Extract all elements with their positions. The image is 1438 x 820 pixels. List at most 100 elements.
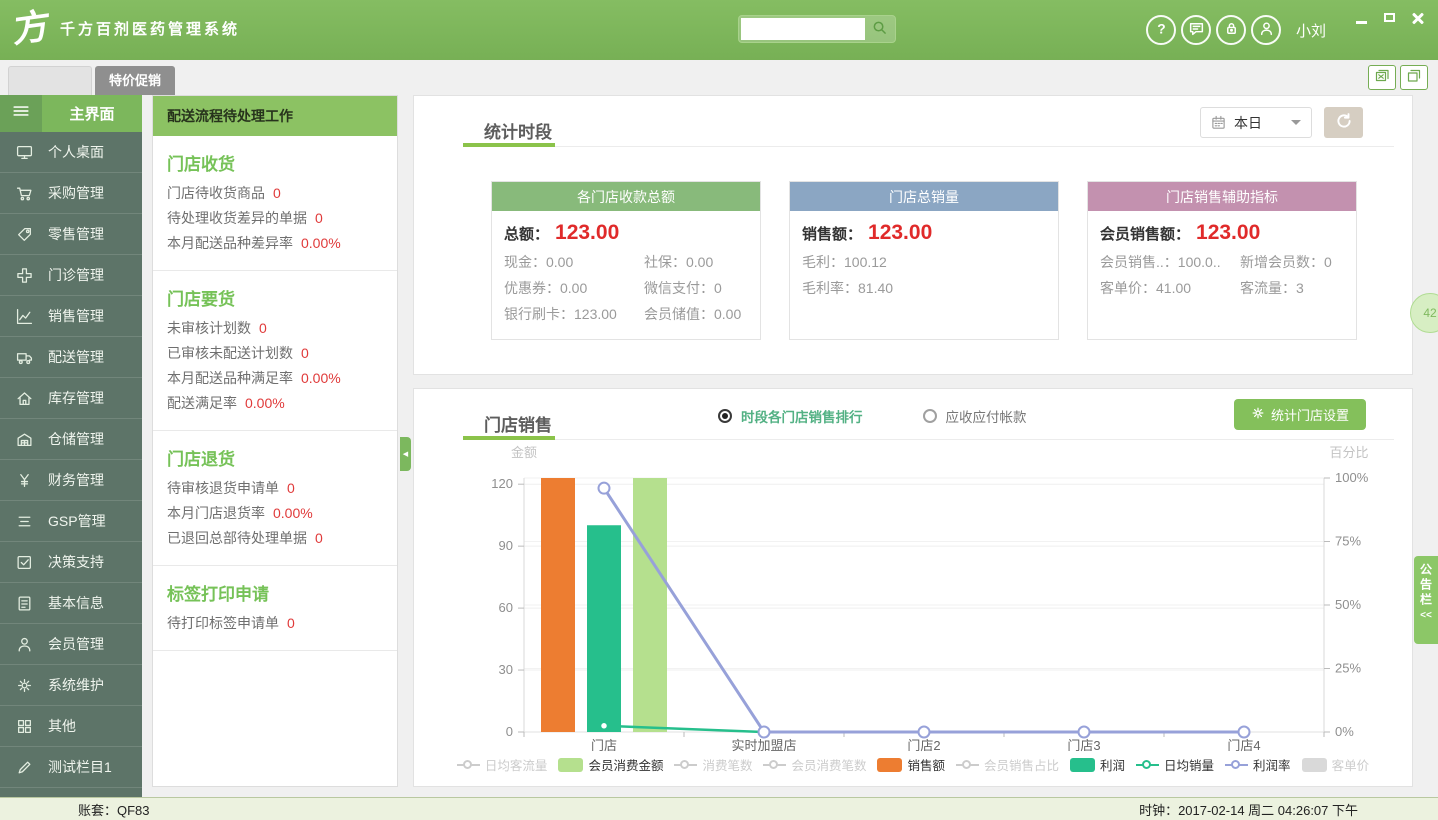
legend-item[interactable]: 日均销量 — [1136, 755, 1214, 774]
todo-row[interactable]: 未审核计划数0 — [167, 316, 383, 341]
legend-item[interactable]: 会员消费笔数 — [763, 755, 866, 774]
search-input[interactable] — [741, 18, 865, 40]
refresh-button[interactable] — [1324, 107, 1363, 138]
legend-item[interactable]: 销售额 — [877, 755, 945, 774]
legend-label: 消费笔数 — [702, 755, 752, 774]
todo-row[interactable]: 已审核未配送计划数0 — [167, 341, 383, 366]
sidebar-item-retail[interactable]: 零售管理 — [0, 214, 142, 255]
todo-row-label: 门店待收货商品 — [167, 185, 265, 201]
todo-row-value: 0 — [287, 615, 295, 631]
clock-label: 时钟：2017-02-14 周二 04:26:07 下午 — [1139, 800, 1358, 819]
todo-row[interactable]: 本月门店退货率0.00% — [167, 501, 383, 526]
todo-row[interactable]: 本月配送品种差异率0.00% — [167, 231, 383, 256]
sidebar-header: 主界面 — [0, 95, 142, 132]
sidebar-item-inventory[interactable]: 库存管理 — [0, 378, 142, 419]
grid-icon — [16, 718, 40, 735]
cascade-windows-button[interactable] — [1400, 65, 1428, 90]
sidebar-title[interactable]: 主界面 — [42, 95, 142, 132]
todo-row[interactable]: 已退回总部待处理单据0 — [167, 526, 383, 551]
svg-text:实时加盟店: 实时加盟店 — [731, 738, 796, 753]
todo-row-label: 待审核退货申请单 — [167, 480, 279, 496]
message-button[interactable] — [1181, 15, 1211, 45]
minimize-button[interactable] — [1354, 10, 1370, 26]
stat-cell: 新增会员数：0 — [1240, 249, 1332, 275]
sidebar-item-label: 配送管理 — [48, 347, 104, 367]
legend-item[interactable]: 利润 — [1070, 755, 1125, 774]
user-button[interactable] — [1251, 15, 1281, 45]
sidebar-item-clinic[interactable]: 门诊管理 — [0, 255, 142, 296]
title-accent-bar — [463, 143, 555, 147]
close-button[interactable] — [1410, 10, 1426, 26]
sidebar-item-gsp[interactable]: GSP管理 — [0, 501, 142, 542]
sidebar-item-purchase[interactable]: 采购管理 — [0, 173, 142, 214]
legend-item[interactable]: 日均客流量 — [457, 755, 548, 774]
todo-row[interactable]: 待处理收货差异的单据0 — [167, 206, 383, 231]
todo-row[interactable]: 待审核退货申请单0 — [167, 476, 383, 501]
legend-line-marker-icon — [1136, 758, 1159, 772]
todo-row[interactable]: 待打印标签申请单0 — [167, 611, 383, 636]
todo-row[interactable]: 本月配送品种满足率0.00% — [167, 366, 383, 391]
sidebar-item-distribution[interactable]: 配送管理 — [0, 337, 142, 378]
notification-badge[interactable]: 42 — [1410, 293, 1438, 333]
maximize-button[interactable] — [1382, 10, 1398, 26]
svg-text:门店: 门店 — [591, 738, 617, 753]
legend-line-marker-icon — [457, 758, 480, 772]
legend-item[interactable]: 客单价 — [1302, 755, 1370, 774]
radio-sales-ranking[interactable]: 时段各门店销售排行 — [718, 406, 863, 426]
legend-item[interactable]: 会员消费金额 — [558, 755, 663, 774]
tab-blank[interactable] — [8, 66, 92, 95]
status-bar: 账套：QF83 时钟：2017-02-14 周二 04:26:07 下午 — [0, 797, 1438, 820]
sidebar-item-test-column-1[interactable]: 测试栏目1 — [0, 747, 142, 788]
stat-cell: 优惠券：0.00 — [504, 275, 644, 301]
tab-special-promotion[interactable]: 特价促销 — [95, 66, 175, 95]
search-button[interactable] — [865, 17, 893, 41]
help-button[interactable]: ? — [1146, 15, 1176, 45]
legend-item[interactable]: 利润率 — [1225, 755, 1291, 774]
radio-receivables-payables[interactable]: 应收应付帐款 — [923, 406, 1027, 426]
svg-text:90: 90 — [499, 538, 513, 553]
todo-row[interactable]: 配送满足率0.00% — [167, 391, 383, 416]
panel-collapse-button[interactable]: ◀ — [400, 437, 411, 471]
chevron-down-icon — [1291, 120, 1301, 130]
legend-bar-swatch — [877, 758, 902, 772]
sidebar-item-other[interactable]: 其他 — [0, 706, 142, 747]
sidebar-item-sales[interactable]: 销售管理 — [0, 296, 142, 337]
svg-text:门店2: 门店2 — [907, 738, 940, 753]
sidebar-item-maintenance[interactable]: 系统维护 — [0, 665, 142, 706]
stat-row: 毛利率：81.40 — [802, 275, 1046, 301]
sidebar-item-finance[interactable]: 财务管理 — [0, 460, 142, 501]
todo-row-value: 0 — [315, 210, 323, 226]
menu-toggle-button[interactable] — [0, 95, 42, 132]
sidebar-item-label: 销售管理 — [48, 306, 104, 326]
sidebar-item-basic-info[interactable]: 基本信息 — [0, 583, 142, 624]
stat-cell: 会员储值：0.00 — [644, 301, 741, 327]
message-icon — [1188, 20, 1205, 40]
period-select[interactable]: 本日 — [1200, 107, 1312, 138]
todo-panel-title: 配送流程待处理工作 — [153, 96, 397, 136]
sidebar-item-label: 会员管理 — [48, 634, 104, 654]
todo-row-label: 已审核未配送计划数 — [167, 345, 293, 361]
sidebar-item-label: 其他 — [48, 716, 76, 736]
sales-section: 门店销售 时段各门店销售排行 应收应付帐款 统计门店设置 03060901200… — [413, 388, 1413, 787]
svg-text:100%: 100% — [1335, 470, 1369, 485]
stat-card: 门店总销量销售额：123.00毛利：100.12毛利率：81.40 — [789, 181, 1059, 340]
sidebar-item-member[interactable]: 会员管理 — [0, 624, 142, 665]
announcement-tab[interactable]: 公告栏 << — [1414, 556, 1438, 644]
sidebar-item-warehouse[interactable]: 仓储管理 — [0, 419, 142, 460]
lock-button[interactable] — [1216, 15, 1246, 45]
legend-item[interactable]: 消费笔数 — [674, 755, 752, 774]
username: 小刘 — [1296, 20, 1326, 41]
legend-bar-swatch — [1070, 758, 1095, 772]
chart-icon — [16, 308, 40, 325]
store-settings-button[interactable]: 统计门店设置 — [1234, 399, 1366, 430]
sidebar-item-personal-desktop[interactable]: 个人桌面 — [0, 132, 142, 173]
help-icon: ? — [1153, 20, 1170, 40]
sidebar-item-decision[interactable]: 决策支持 — [0, 542, 142, 583]
store-settings-label: 统计门店设置 — [1271, 405, 1349, 424]
sidebar: 主界面 个人桌面采购管理零售管理门诊管理销售管理配送管理库存管理仓储管理财务管理… — [0, 95, 142, 797]
stat-cell: 客流量：3 — [1240, 275, 1304, 301]
todo-row[interactable]: 门店待收货商品0 — [167, 181, 383, 206]
legend-item[interactable]: 会员销售占比 — [956, 755, 1059, 774]
stat-row: 毛利：100.12 — [802, 249, 1046, 275]
close-all-windows-button[interactable] — [1368, 65, 1396, 90]
